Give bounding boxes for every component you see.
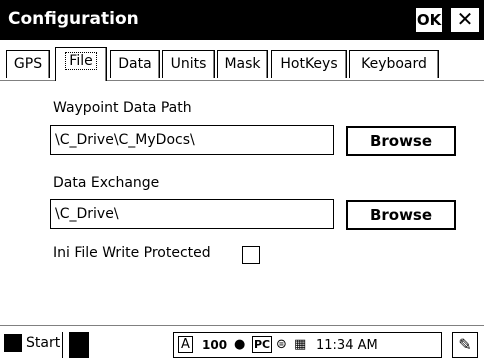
data-exchange-input[interactable]: \C_Drive\: [50, 199, 334, 229]
data-exchange-browse-button[interactable]: Browse: [346, 200, 456, 230]
tray-battery-icon[interactable]: 100: [202, 336, 227, 354]
tab-strip: GPS File Data Units Mask HotKeys Keyboar…: [0, 44, 484, 82]
tab-units[interactable]: Units: [162, 50, 215, 78]
tab-label: HotKeys: [280, 56, 338, 72]
tab-data[interactable]: Data: [110, 50, 160, 78]
tab-label: GPS: [13, 56, 43, 72]
waypoint-path-label: Waypoint Data Path: [53, 100, 192, 116]
taskbar-separator: [62, 332, 63, 358]
tab-hotkeys[interactable]: HotKeys: [271, 50, 347, 78]
close-button[interactable]: ✕: [449, 6, 481, 34]
title-bar: Configuration OK ✕: [0, 0, 484, 40]
start-label: Start: [26, 335, 61, 351]
connection-icon[interactable]: ⊜: [276, 336, 287, 354]
window-title: Configuration: [8, 9, 139, 29]
tab-file[interactable]: File: [55, 47, 107, 81]
ok-button[interactable]: OK: [414, 6, 444, 34]
windows-flag-icon: [4, 334, 22, 352]
bluetooth-icon[interactable]: ●: [234, 336, 245, 354]
waypoint-browse-button[interactable]: Browse: [346, 126, 456, 156]
tab-label: Keyboard: [361, 56, 427, 72]
taskbar: Start A 100 ● PC ⊜ ▦ 11:34 AM ✎: [0, 325, 484, 363]
tray-a-icon[interactable]: A: [178, 336, 193, 353]
data-exchange-label: Data Exchange: [53, 175, 160, 191]
tab-gps[interactable]: GPS: [6, 50, 50, 78]
waypoint-path-input[interactable]: \C_Drive\C_MyDocs\: [50, 125, 334, 155]
tab-label: Data: [118, 56, 152, 72]
system-tray: A 100 ● PC ⊜ ▦ 11:34 AM: [173, 332, 442, 358]
ini-write-protected-checkbox[interactable]: [242, 246, 260, 264]
tab-mask[interactable]: Mask: [217, 50, 268, 78]
clock[interactable]: 11:34 AM: [316, 337, 378, 355]
tray-pc-icon[interactable]: PC: [252, 336, 273, 353]
tab-keyboard[interactable]: Keyboard: [349, 50, 439, 78]
ini-write-protected-label: Ini File Write Protected: [53, 245, 211, 261]
tab-label: Mask: [224, 56, 261, 72]
desktop-pen-icon[interactable]: ✎: [452, 332, 478, 358]
input-panel-icon[interactable]: [69, 332, 89, 358]
sync-icon[interactable]: ▦: [294, 336, 306, 354]
start-button[interactable]: Start: [4, 333, 60, 353]
tab-label: Units: [170, 56, 207, 72]
tab-label: File: [65, 52, 97, 70]
